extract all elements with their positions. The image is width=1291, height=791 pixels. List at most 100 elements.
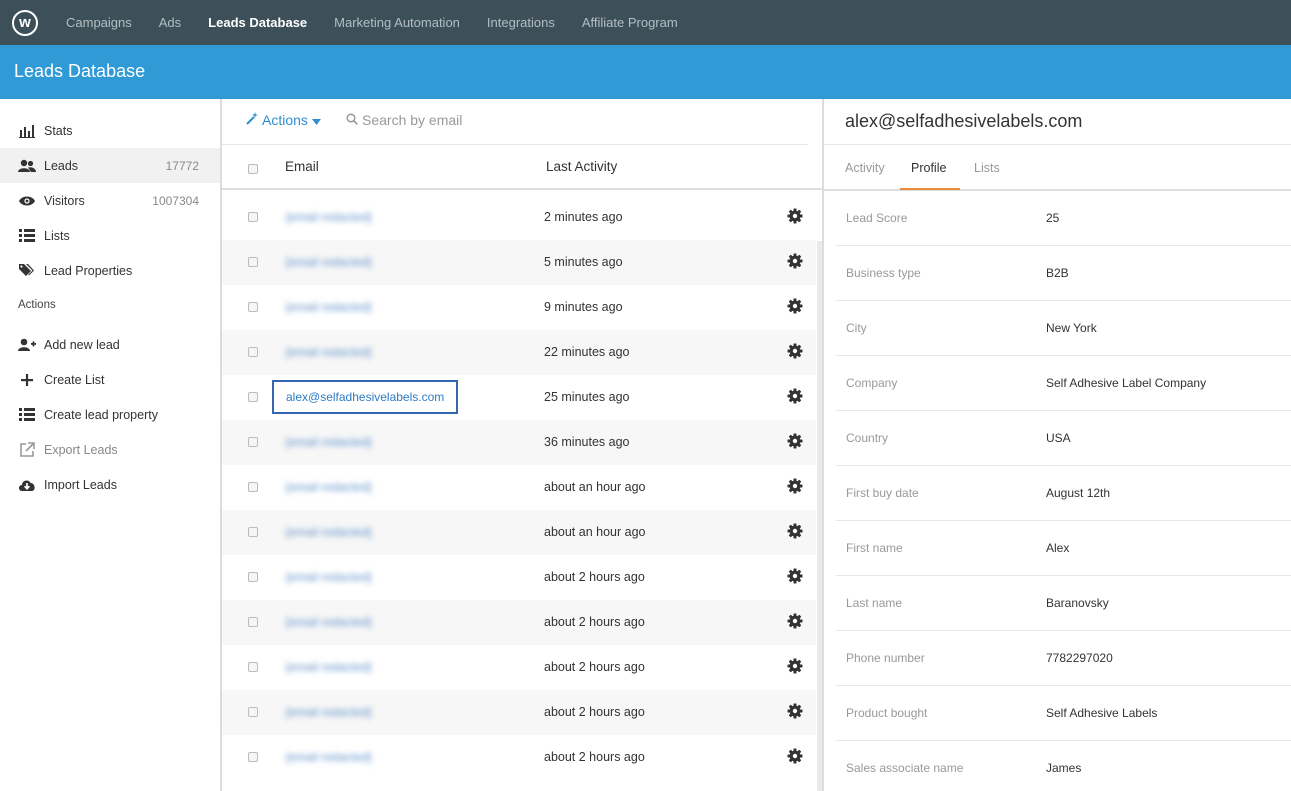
table-row[interactable]: [email redacted] about an hour ago [222, 510, 816, 555]
tab-lists[interactable]: Lists [974, 161, 1000, 175]
lead-email[interactable]: [email redacted] [286, 705, 371, 719]
sidebar-item-label: Create lead property [44, 407, 158, 422]
sidebar-item-lead-properties[interactable]: Lead Properties [0, 253, 220, 288]
lead-email[interactable]: [email redacted] [286, 480, 371, 494]
add-new-lead-button[interactable]: Add new lead [0, 327, 220, 362]
gear-icon[interactable] [787, 523, 803, 539]
sidebar-item-visitors[interactable]: Visitors 1007304 [0, 183, 220, 218]
last-activity: 36 minutes ago [544, 435, 630, 449]
row-checkbox[interactable] [248, 572, 258, 582]
property-row: Lead Score 25 [836, 191, 1291, 246]
row-checkbox[interactable] [248, 437, 258, 447]
active-tab-indicator [900, 188, 960, 190]
lead-email[interactable]: [email redacted] [286, 615, 371, 629]
export-leads-button[interactable]: Export Leads [0, 432, 220, 467]
row-checkbox[interactable] [248, 257, 258, 267]
lead-email[interactable]: [email redacted] [286, 750, 371, 764]
row-checkbox[interactable] [248, 527, 258, 537]
nav-affiliate-program[interactable]: Affiliate Program [582, 15, 678, 30]
gear-icon[interactable] [787, 658, 803, 674]
table-row[interactable]: [email redacted] about an hour ago [222, 465, 816, 510]
gear-icon[interactable] [787, 388, 803, 404]
row-checkbox[interactable] [248, 482, 258, 492]
tab-profile[interactable]: Profile [911, 161, 946, 175]
gear-icon[interactable] [787, 253, 803, 269]
add-user-icon [18, 336, 36, 354]
table-row[interactable]: [email redacted] 36 minutes ago [222, 420, 816, 465]
row-checkbox[interactable] [248, 662, 258, 672]
lead-email-selected[interactable]: alex@selfadhesivelabels.com [272, 380, 459, 414]
tags-icon [18, 262, 36, 280]
sidebar-item-stats[interactable]: Stats [0, 113, 220, 148]
users-icon [18, 157, 36, 175]
lead-email[interactable]: [email redacted] [286, 210, 371, 224]
row-checkbox[interactable] [248, 707, 258, 717]
lead-email[interactable]: [email redacted] [286, 660, 371, 674]
nav-ads[interactable]: Ads [159, 15, 181, 30]
gear-icon[interactable] [787, 208, 803, 224]
lead-email[interactable]: [email redacted] [286, 255, 371, 269]
row-checkbox[interactable] [248, 302, 258, 312]
sidebar-item-lists[interactable]: Lists [0, 218, 220, 253]
property-key: Company [846, 376, 898, 390]
logo-icon[interactable]: w [12, 9, 38, 36]
gear-icon[interactable] [787, 613, 803, 629]
lead-email[interactable]: [email redacted] [286, 435, 371, 449]
nav-marketing-automation[interactable]: Marketing Automation [334, 15, 460, 30]
search-input[interactable] [362, 112, 582, 128]
last-activity: 2 minutes ago [544, 210, 623, 224]
gear-icon[interactable] [787, 748, 803, 764]
nav-leads-database[interactable]: Leads Database [208, 15, 307, 30]
table-row[interactable]: [email redacted] 9 minutes ago [222, 285, 816, 330]
actions-label: Actions [262, 112, 308, 128]
select-all-checkbox[interactable] [248, 164, 258, 174]
table-row[interactable]: [email redacted] 2 minutes ago [222, 195, 816, 240]
nav-integrations[interactable]: Integrations [487, 15, 555, 30]
table-row[interactable]: [email redacted] about 2 hours ago [222, 600, 816, 645]
table-row[interactable]: [email redacted] 22 minutes ago [222, 330, 816, 375]
last-activity: 5 minutes ago [544, 255, 623, 269]
property-value: Self Adhesive Label Company [1046, 376, 1207, 390]
gear-icon[interactable] [787, 343, 803, 359]
table-row[interactable]: [email redacted] about 2 hours ago [222, 555, 816, 600]
gear-icon[interactable] [787, 568, 803, 584]
create-list-button[interactable]: Create List [0, 362, 220, 397]
table-row[interactable]: [email redacted] about 2 hours ago [222, 645, 816, 690]
gear-icon[interactable] [787, 433, 803, 449]
table-row[interactable]: [email redacted] 5 minutes ago [222, 240, 816, 285]
row-checkbox[interactable] [248, 392, 258, 402]
search-icon [346, 112, 358, 128]
list-icon [18, 227, 36, 245]
actions-dropdown[interactable]: Actions [246, 112, 321, 128]
table-row[interactable]: [email redacted] about 2 hours ago [222, 690, 816, 735]
property-value: Baranovsky [1046, 596, 1109, 610]
property-key: Lead Score [846, 211, 908, 225]
column-header-last-activity[interactable]: Last Activity [546, 159, 617, 174]
create-lead-property-button[interactable]: Create lead property [0, 397, 220, 432]
table-row[interactable]: [email redacted] about 2 hours ago [222, 735, 816, 780]
row-checkbox[interactable] [248, 617, 258, 627]
lead-email[interactable]: [email redacted] [286, 345, 371, 359]
last-activity: about 2 hours ago [544, 660, 645, 674]
property-row: Phone number 7782297020 [836, 631, 1291, 686]
lead-email[interactable]: [email redacted] [286, 570, 371, 584]
last-activity: about 2 hours ago [544, 570, 645, 584]
tab-activity[interactable]: Activity [845, 161, 885, 175]
sidebar-item-label: Lead Properties [44, 263, 133, 278]
detail-tabs: Activity Profile Lists [824, 144, 1291, 191]
property-key: Phone number [846, 651, 925, 665]
nav-campaigns[interactable]: Campaigns [66, 15, 132, 30]
sidebar-item-label: Add new lead [44, 337, 120, 352]
row-checkbox[interactable] [248, 212, 258, 222]
import-leads-button[interactable]: Import Leads [0, 467, 220, 502]
row-checkbox[interactable] [248, 347, 258, 357]
lead-email[interactable]: [email redacted] [286, 300, 371, 314]
sidebar-item-leads[interactable]: Leads 17772 [0, 148, 220, 183]
gear-icon[interactable] [787, 478, 803, 494]
gear-icon[interactable] [787, 298, 803, 314]
row-checkbox[interactable] [248, 752, 258, 762]
table-row-selected[interactable]: alex@selfadhesivelabels.com 25 minutes a… [222, 375, 816, 420]
gear-icon[interactable] [787, 703, 803, 719]
column-header-email[interactable]: Email [285, 159, 319, 174]
lead-email[interactable]: [email redacted] [286, 525, 371, 539]
